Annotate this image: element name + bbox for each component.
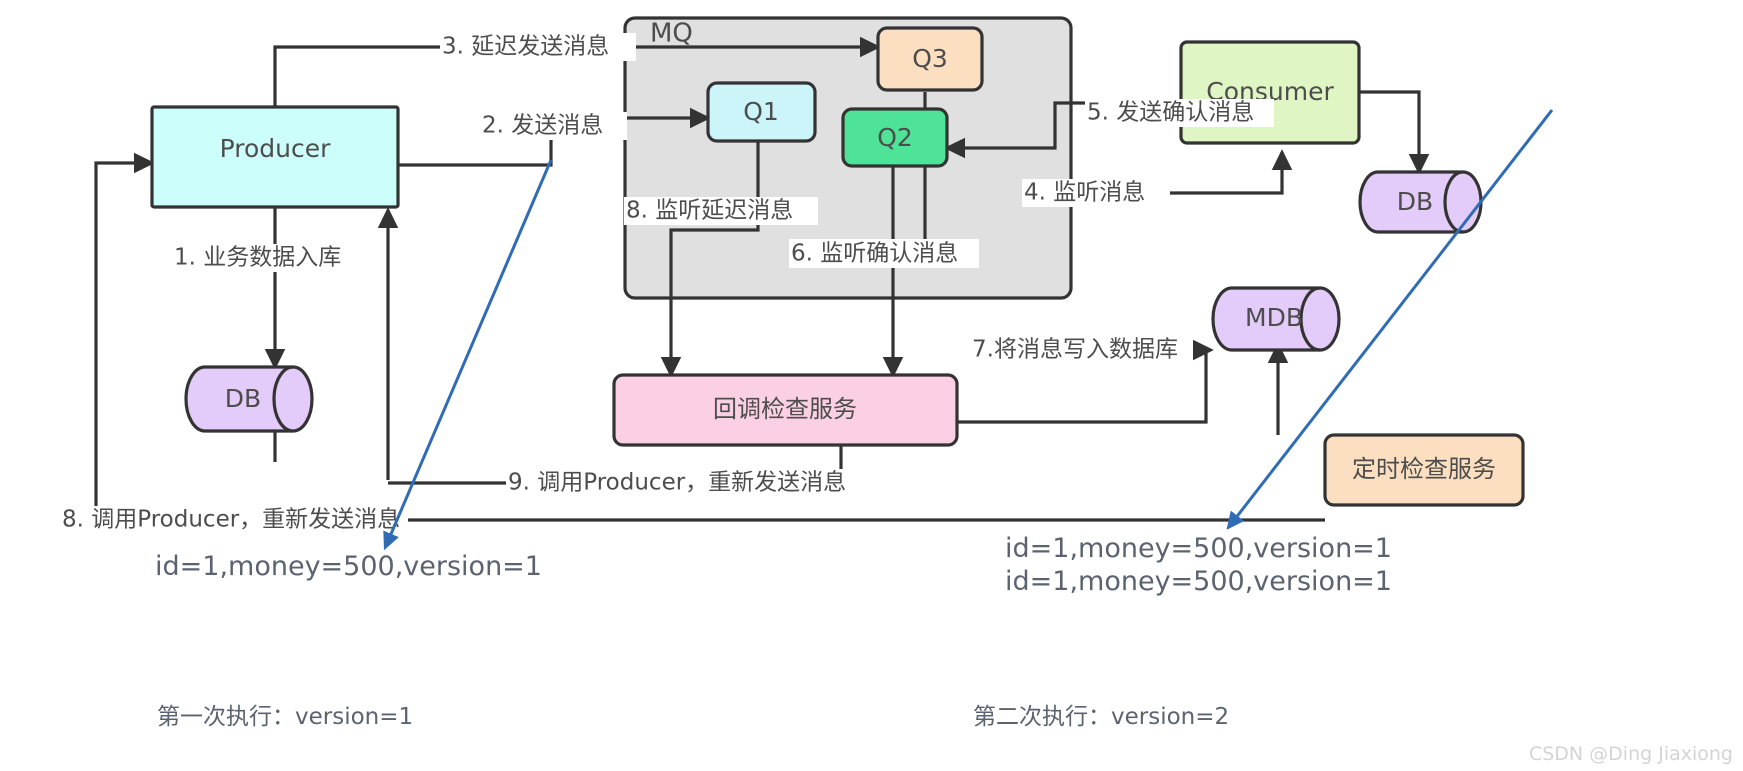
- edge-label-9: 9. 调用Producer，重新发送消息: [508, 470, 846, 496]
- edge-label-3: 3. 延迟发送消息: [442, 34, 609, 60]
- node-q1-label: Q1: [743, 97, 779, 126]
- edge-label-1: 1. 业务数据入库: [174, 245, 341, 271]
- edge-label-6: 6. 监听确认消息: [791, 241, 958, 267]
- edge-label-8b: 8. 调用Producer，重新发送消息: [62, 507, 400, 533]
- edge-label-5: 5. 发送确认消息: [1087, 100, 1254, 126]
- edge-label-8a: 8. 监听延迟消息: [626, 198, 793, 224]
- annotation-right-value-2: id=1,money=500,version=1: [1005, 566, 1392, 597]
- edge-label-7: 7.将消息写入数据库: [972, 337, 1178, 363]
- node-db-left-label: DB: [225, 384, 261, 413]
- node-mdb-label: MDB: [1245, 303, 1303, 332]
- mq-container-label: MQ: [650, 19, 693, 49]
- sql-right-heading: 第二次执行：version=2: [973, 704, 1230, 730]
- node-q3-label: Q3: [912, 44, 948, 73]
- edge-8b-call-producer-loop: [94, 152, 155, 520]
- edge-consumer-to-db: [1359, 90, 1430, 175]
- watermark: CSDN @Ding Jiaxiong: [1528, 743, 1733, 765]
- annotation-right-value-1: id=1,money=500,version=1: [1005, 533, 1392, 564]
- edge-label-2: 2. 发送消息: [482, 113, 603, 139]
- sql-left-heading: 第一次执行：version=1: [157, 704, 414, 730]
- edge-label-4: 4. 监听消息: [1024, 180, 1145, 206]
- sql-block-left: 第一次执行：version=1 update account set money…: [157, 645, 918, 771]
- node-producer-label: Producer: [220, 134, 332, 163]
- node-db-right-label: DB: [1397, 187, 1433, 216]
- annotation-left-value: id=1,money=500,version=1: [155, 551, 542, 582]
- node-q2-label: Q2: [877, 123, 913, 152]
- node-callback-service-label: 回调检查服务: [713, 395, 857, 423]
- diagram-canvas: MQ Producer DB Q1 Q2 Q3 Consumer DB MDB …: [0, 0, 1743, 771]
- node-scheduler-service-label: 定时检查服务: [1352, 455, 1496, 483]
